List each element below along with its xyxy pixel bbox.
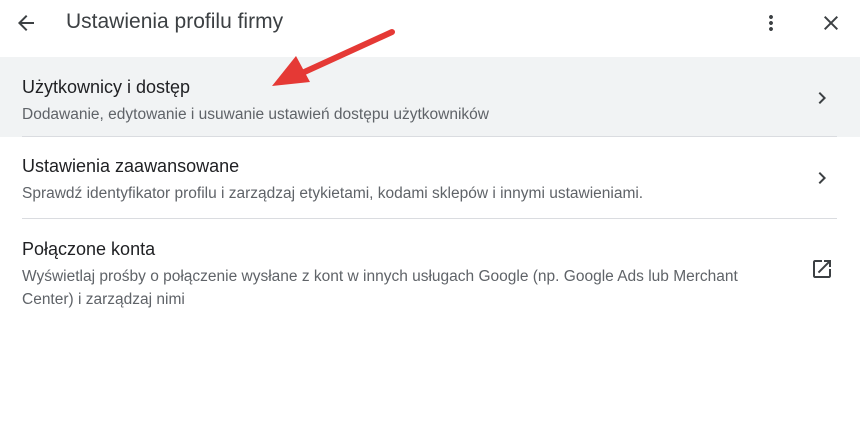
list-item-users-and-access[interactable]: Użytkownicy i dostęp Dodawanie, edytowan… xyxy=(0,57,860,137)
list-item-linked-accounts[interactable]: Połączone konta Wyświetlaj prośby o połą… xyxy=(0,219,860,319)
close-button[interactable] xyxy=(813,5,849,41)
item-title: Użytkownicy i dostęp xyxy=(22,77,191,97)
settings-list: Użytkownicy i dostęp Dodawanie, edytowan… xyxy=(0,57,860,319)
header: Ustawienia profilu firmy xyxy=(0,0,860,46)
chevron-right-icon xyxy=(808,164,836,192)
open-in-new-icon xyxy=(808,255,836,283)
page-title: Ustawienia profilu firmy xyxy=(66,10,284,33)
chevron-right-icon xyxy=(808,84,836,112)
item-description: Sprawdź identyfikator profilu i zarządza… xyxy=(22,185,644,202)
more-options-button[interactable] xyxy=(753,5,789,41)
item-description: Dodawanie, edytowanie i usuwanie ustawie… xyxy=(22,106,489,123)
settings-page: Ustawienia profilu firmy Użytkownicy i d… xyxy=(0,0,860,428)
item-description: Wyświetlaj prośby o połączenie wysłane z… xyxy=(22,268,738,308)
back-button[interactable] xyxy=(8,5,44,41)
list-item-advanced-settings[interactable]: Ustawienia zaawansowane Sprawdź identyfi… xyxy=(0,137,860,219)
item-title: Połączone konta xyxy=(22,239,156,259)
item-title: Ustawienia zaawansowane xyxy=(22,156,240,176)
close-icon xyxy=(824,16,838,30)
arrow-back-icon xyxy=(18,15,34,31)
more-vert-icon xyxy=(769,15,773,31)
